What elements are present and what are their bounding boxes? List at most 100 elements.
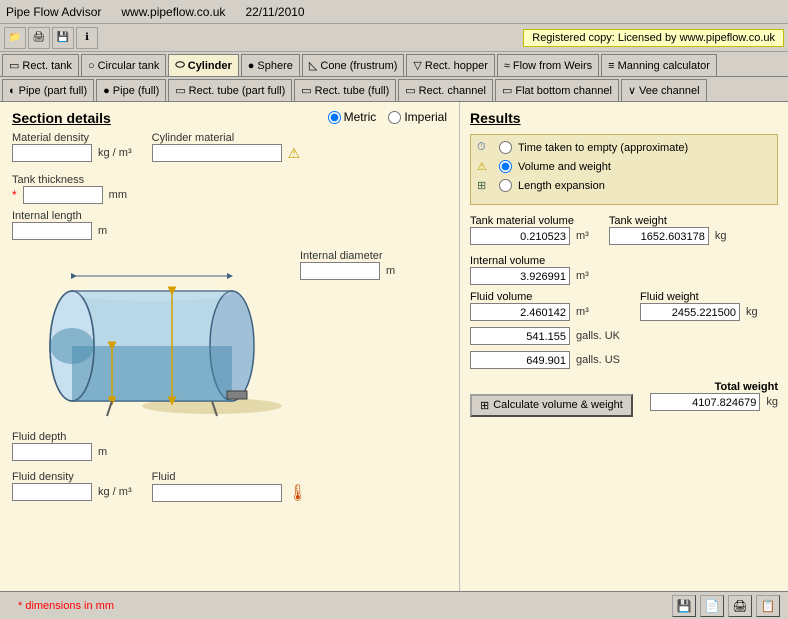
tank-material-volume-label: Tank material volume [470, 215, 589, 227]
radio-length-expansion[interactable]: ⊞ Length expansion [477, 179, 771, 192]
length-icon: ⊞ [477, 179, 493, 192]
tab-rect-tank[interactable]: ▭ Rect. tank [2, 54, 79, 76]
warning-icon: ⚠ [288, 145, 301, 162]
internal-diameter-input[interactable]: 1.000 [300, 262, 380, 280]
rect-hopper-icon: ▽ [413, 59, 421, 72]
tank-weight-label: Tank weight [609, 215, 727, 227]
material-density-row: 7850.000 kg / m³ [12, 144, 132, 162]
fluid-weight-row: 2455.221500 kg [640, 303, 758, 321]
calc-icon: ⊞ [480, 399, 489, 412]
total-weight-unit: kg [766, 396, 778, 408]
cone-icon: ◺ [309, 59, 317, 72]
left-panel: Section details Metric Imperial Material… [0, 102, 460, 591]
time-icon: ⏱ [477, 141, 493, 154]
sphere-icon: ● [248, 60, 255, 72]
app-name: Pipe Flow Advisor [6, 5, 101, 19]
fluid-volume-row: 2.460142 m³ [470, 303, 620, 321]
fluid-density-label: Fluid density [12, 471, 132, 483]
fluid-weight-value: 2455.221500 [640, 303, 740, 321]
tab-rect-hopper[interactable]: ▽ Rect. hopper [406, 54, 494, 76]
radio-metric[interactable]: Metric [328, 110, 377, 124]
rect-tube-part-icon: ▭ [175, 84, 185, 97]
internal-length-unit: m [98, 225, 107, 237]
tab-rect-channel[interactable]: ▭ Rect. channel [398, 79, 493, 101]
circular-tank-icon: ○ [88, 60, 95, 72]
calculate-button[interactable]: ⊞ Calculate volume & weight [470, 394, 633, 417]
fluid-volume-galls-us-row: 649.901 galls. US [470, 351, 620, 369]
fluid-volume-galls-us-unit: galls. US [576, 354, 620, 366]
cylinder-illustration [12, 246, 292, 426]
radio-time-empty[interactable]: ⏱ Time taken to empty (approximate) [477, 141, 771, 154]
fluid-weight-label: Fluid weight [640, 291, 758, 303]
right-panel: Results ⏱ Time taken to empty (approxima… [460, 102, 788, 591]
internal-length-input[interactable]: 5.000 [12, 222, 92, 240]
tab-cone[interactable]: ◺ Cone (frustrum) [302, 54, 405, 76]
fluid-volume-galls-us-value: 649.901 [470, 351, 570, 369]
tab-sphere[interactable]: ● Sphere [241, 54, 300, 76]
rect-channel-icon: ▭ [405, 84, 415, 97]
total-weight-label: Total weight [715, 381, 778, 393]
vee-channel-icon: ∨ [628, 84, 636, 97]
req-star-1: * [12, 188, 17, 202]
pipe-part-icon: ◐ [9, 85, 16, 97]
pipe-full-icon: ● [103, 85, 110, 97]
date: 22/11/2010 [245, 5, 304, 19]
fluid-volume-galls-uk-row: 541.155 galls. UK [470, 327, 620, 345]
tank-material-volume-unit: m³ [576, 230, 589, 242]
footer-btn-2[interactable]: 📄 [700, 595, 724, 617]
nav-row-1: ▭ Rect. tank ○ Circular tank ⬭ Cylinder … [0, 52, 788, 77]
fluid-density-input[interactable]: 998.000 [12, 483, 92, 501]
internal-volume-label: Internal volume [470, 255, 778, 267]
title-bar: Pipe Flow Advisor www.pipeflow.co.uk 22/… [0, 0, 788, 24]
internal-volume-value: 3.926991 [470, 267, 570, 285]
tab-flow-weirs[interactable]: ≈ Flow from Weirs [497, 54, 599, 76]
fluid-weight-unit: kg [746, 306, 758, 318]
radio-imperial[interactable]: Imperial [388, 110, 447, 124]
internal-diameter-row: 1.000 m [300, 262, 395, 280]
toolbar-btn-3[interactable]: 💾 [52, 27, 74, 49]
tab-pipe-full[interactable]: ● Pipe (full) [96, 79, 166, 101]
tab-vee-channel[interactable]: ∨ Vee channel [621, 79, 707, 101]
fluid-density-unit: kg / m³ [98, 486, 132, 498]
radio-volume-weight[interactable]: ⚠ Volume and weight [477, 160, 771, 173]
fluid-volume-galls-uk-unit: galls. UK [576, 330, 620, 342]
tank-weight-row: 1652.603178 kg [609, 227, 727, 245]
toolbar-btn-2[interactable]: 🖨 [28, 27, 50, 49]
tab-flat-bottom[interactable]: ▭ Flat bottom channel [495, 79, 619, 101]
fluid-input[interactable]: Water [152, 484, 282, 502]
thermometer-icon: 🌡 [288, 483, 308, 503]
fluid-depth-row: 0.600 m [12, 443, 292, 461]
footer: * dimensions in mm 💾 📄 🖨 📋 [0, 591, 788, 619]
fluid-depth-label: Fluid depth [12, 431, 292, 443]
tab-cylinder[interactable]: ⬭ Cylinder [168, 54, 238, 76]
footer-footnote: * dimensions in mm [8, 600, 668, 612]
tank-thickness-input[interactable]: 12.000 [23, 186, 103, 204]
tank-material-volume-value: 0.210523 [470, 227, 570, 245]
cylinder-material-input[interactable]: Steel [152, 144, 282, 162]
toolbar-btn-1[interactable]: 📁 [4, 27, 26, 49]
tab-rect-tube-part[interactable]: ▭ Rect. tube (part full) [168, 79, 292, 101]
rect-tube-full-icon: ▭ [301, 84, 311, 97]
fluid-volume-galls-uk-value: 541.155 [470, 327, 570, 345]
fluid-label: Fluid [152, 471, 308, 483]
tab-rect-tube-full[interactable]: ▭ Rect. tube (full) [294, 79, 396, 101]
flat-bottom-icon: ▭ [502, 84, 512, 97]
footer-btn-1[interactable]: 💾 [672, 595, 696, 617]
toolbar: 📁 🖨 💾 ℹ Registered copy: Licensed by www… [0, 24, 788, 52]
internal-diameter-label: Internal diameter [300, 250, 395, 262]
main-content: Section details Metric Imperial Material… [0, 102, 788, 591]
tab-pipe-part[interactable]: ◐ Pipe (part full) [2, 79, 94, 101]
internal-length-row: 5.000 m [12, 222, 292, 240]
cylinder-icon: ⬭ [175, 59, 184, 72]
fluid-depth-input[interactable]: 0.600 [12, 443, 92, 461]
toolbar-btn-4[interactable]: ℹ [76, 27, 98, 49]
weirs-icon: ≈ [504, 60, 510, 72]
tab-circular-tank[interactable]: ○ Circular tank [81, 54, 166, 76]
tab-manning[interactable]: ≡ Manning calculator [601, 54, 717, 76]
nav-row-2: ◐ Pipe (part full) ● Pipe (full) ▭ Rect.… [0, 77, 788, 102]
footer-btn-3[interactable]: 🖨 [728, 595, 752, 617]
material-density-input[interactable]: 7850.000 [12, 144, 92, 162]
footer-btn-4[interactable]: 📋 [756, 595, 780, 617]
fluid-volume-label: Fluid volume [470, 291, 620, 303]
tank-weight-unit: kg [715, 230, 727, 242]
